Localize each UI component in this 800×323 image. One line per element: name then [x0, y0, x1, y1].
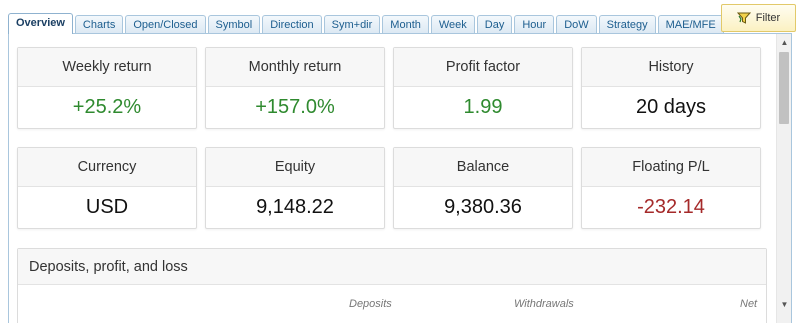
- deposits-profit-loss-section: Deposits, profit, and loss Deposits With…: [17, 248, 767, 323]
- overview-content: Weekly return +25.2% Monthly return +157…: [9, 34, 777, 323]
- tab-open-closed[interactable]: Open/Closed: [125, 15, 206, 34]
- tab-dow[interactable]: DoW: [556, 15, 597, 34]
- card-value: 9,380.36: [444, 196, 522, 218]
- section-title: Deposits, profit, and loss: [18, 249, 766, 285]
- card-title: Profit factor: [394, 48, 572, 87]
- card-value: 1.99: [463, 96, 503, 118]
- card-balance: Balance 9,380.36: [393, 147, 573, 229]
- tab-month[interactable]: Month: [382, 15, 429, 34]
- tab-day[interactable]: Day: [476, 15, 513, 34]
- tab-charts[interactable]: Charts: [74, 15, 124, 34]
- card-history: History 20 days: [581, 47, 761, 129]
- tab-overview[interactable]: Overview: [8, 13, 73, 34]
- filter-button[interactable]: Filter: [721, 4, 796, 32]
- tab-week[interactable]: Week: [430, 15, 475, 34]
- tab-strategy[interactable]: Strategy: [598, 15, 656, 34]
- card-value: +157.0%: [255, 96, 335, 118]
- scroll-down-arrow-icon[interactable]: ▼: [777, 298, 791, 312]
- filter-label: Filter: [755, 12, 781, 24]
- card-weekly-return: Weekly return +25.2%: [17, 47, 197, 129]
- tab-bar: Overview Charts Open/Closed Symbol Direc…: [8, 13, 726, 34]
- column-header-withdrawals: Withdrawals: [514, 298, 574, 310]
- vertical-scrollbar[interactable]: ▲ ▼: [776, 34, 791, 323]
- card-currency: Currency USD: [17, 147, 197, 229]
- card-value: 20 days: [635, 96, 707, 118]
- card-value: +25.2%: [72, 96, 142, 118]
- tab-mae-mfe[interactable]: MAE/MFE: [657, 15, 724, 34]
- tab-symbol[interactable]: Symbol: [207, 15, 261, 34]
- card-title: Weekly return: [18, 48, 196, 87]
- card-title: Floating P/L: [582, 148, 760, 187]
- overview-panel: Weekly return +25.2% Monthly return +157…: [8, 33, 792, 323]
- column-header-deposits: Deposits: [349, 298, 392, 310]
- card-floating-pl: Floating P/L -232.14: [581, 147, 761, 229]
- scroll-thumb[interactable]: [779, 52, 789, 124]
- card-value: 9,148.22: [256, 196, 334, 218]
- tab-direction[interactable]: Direction: [262, 15, 322, 34]
- card-value: -232.14: [637, 196, 705, 218]
- tab-sym-dir[interactable]: Sym+dir: [323, 15, 381, 34]
- card-title: Currency: [18, 148, 196, 187]
- scroll-up-arrow-icon[interactable]: ▲: [777, 36, 791, 50]
- card-equity: Equity 9,148.22: [205, 147, 385, 229]
- filter-funnel-icon: [736, 11, 751, 25]
- card-title: Balance: [394, 148, 572, 187]
- card-profit-factor: Profit factor 1.99: [393, 47, 573, 129]
- card-title: History: [582, 48, 760, 87]
- card-title: Equity: [206, 148, 384, 187]
- tab-hour[interactable]: Hour: [514, 15, 555, 34]
- card-value: USD: [85, 196, 129, 218]
- column-header-net: Net: [740, 298, 758, 310]
- card-title: Monthly return: [206, 48, 384, 87]
- card-monthly-return: Monthly return +157.0%: [205, 47, 385, 129]
